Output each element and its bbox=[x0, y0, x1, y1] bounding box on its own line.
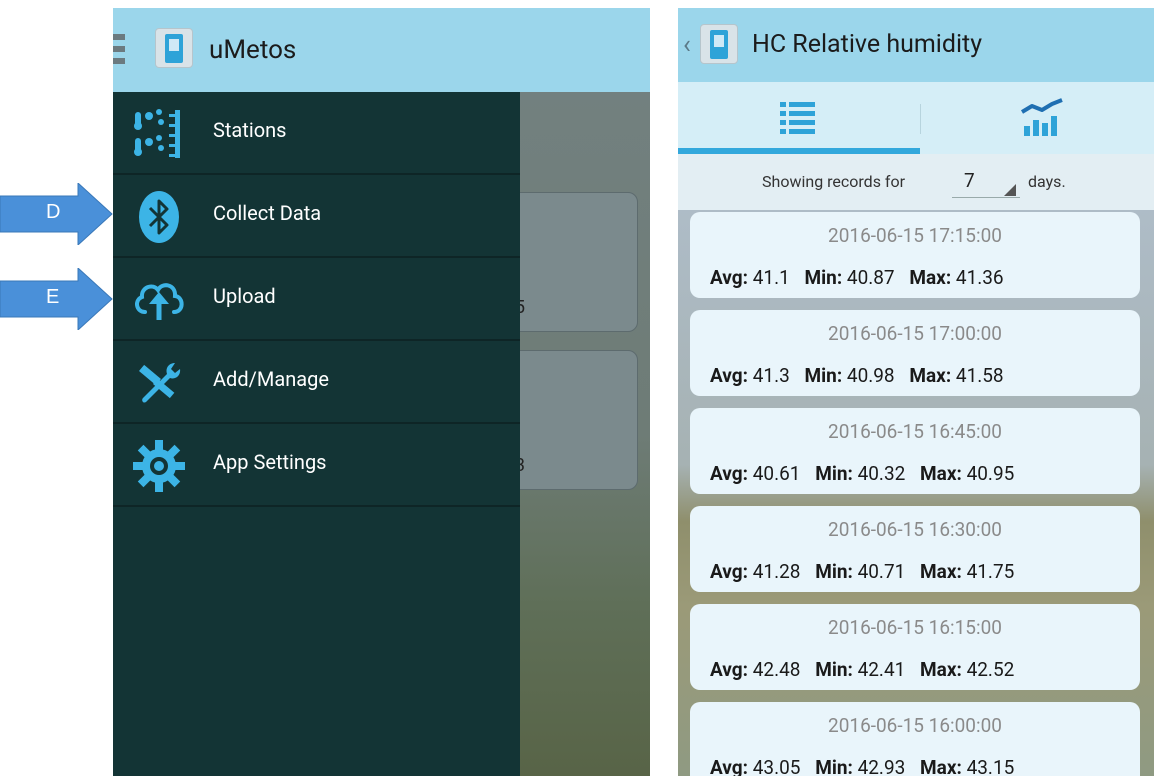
min-value: 42.41 bbox=[857, 658, 906, 681]
record-values: Avg: 42.48 Min: 42.41 Max: 42.52 bbox=[710, 658, 1024, 681]
avg-value: 40.61 bbox=[752, 462, 801, 485]
record-timestamp: 2016-06-15 16:15:00 bbox=[828, 616, 1002, 639]
record-card[interactable]: 2016-06-15 17:00:00 Avg: 41.3 Min: 40.98… bbox=[690, 310, 1140, 396]
min-value: 40.87 bbox=[846, 266, 895, 289]
station-card[interactable]: 3 bbox=[508, 350, 638, 490]
spinner-triangle-icon bbox=[1004, 184, 1016, 196]
record-timestamp: 2016-06-15 17:00:00 bbox=[828, 322, 1002, 345]
avg-label: Avg: bbox=[710, 560, 749, 583]
max-value: 43.15 bbox=[966, 756, 1015, 776]
chart-icon bbox=[1020, 98, 1063, 136]
max-value: 41.58 bbox=[955, 364, 1004, 387]
record-timestamp: 2016-06-15 17:15:00 bbox=[828, 224, 1002, 247]
app-logo-icon bbox=[155, 28, 193, 68]
min-value: 42.93 bbox=[857, 756, 906, 776]
record-values: Avg: 40.61 Min: 40.32 Max: 40.95 bbox=[710, 462, 1024, 485]
filter-prefix: Showing records for bbox=[762, 172, 906, 191]
record-timestamp: 2016-06-15 16:30:00 bbox=[828, 518, 1002, 541]
max-label: Max: bbox=[920, 560, 962, 583]
min-value: 40.98 bbox=[846, 364, 895, 387]
min-label: Min: bbox=[815, 658, 853, 681]
list-icon bbox=[780, 102, 815, 134]
max-value: 42.52 bbox=[966, 658, 1015, 681]
menu-item-label: App Settings bbox=[213, 450, 327, 474]
bluetooth-icon bbox=[139, 191, 179, 243]
min-label: Min: bbox=[815, 560, 853, 583]
min-label: Min: bbox=[804, 266, 843, 289]
avg-label: Avg: bbox=[710, 658, 749, 681]
avg-label: Avg: bbox=[710, 266, 749, 289]
max-value: 40.95 bbox=[966, 462, 1015, 485]
menu-item-collect-data[interactable]: Collect Data bbox=[113, 175, 520, 258]
max-label: Max: bbox=[920, 756, 962, 776]
left-screen: 5 3 uMetos bbox=[113, 8, 650, 776]
avg-label: Avg: bbox=[710, 364, 749, 387]
arrow-label: D bbox=[46, 201, 61, 223]
menu-item-app-settings[interactable]: App Settings bbox=[113, 424, 520, 507]
app-logo-icon[interactable] bbox=[700, 24, 738, 64]
cloud-upload-icon bbox=[135, 283, 184, 320]
avg-value: 43.05 bbox=[752, 756, 801, 776]
avg-value: 41.1 bbox=[752, 266, 790, 289]
record-values: Avg: 43.05 Min: 42.93 Max: 43.15 bbox=[710, 756, 1024, 776]
menu-item-label: Add/Manage bbox=[213, 367, 329, 391]
min-value: 40.32 bbox=[857, 462, 906, 485]
min-label: Min: bbox=[815, 756, 853, 776]
record-card[interactable]: 2016-06-15 17:15:00 Avg: 41.1 Min: 40.87… bbox=[690, 212, 1140, 298]
arrow-label: E bbox=[46, 286, 60, 308]
max-label: Max: bbox=[920, 462, 962, 485]
menu-item-label: Stations bbox=[213, 118, 287, 142]
record-values: Avg: 41.3 Min: 40.98 Max: 41.58 bbox=[710, 364, 1014, 387]
stations-icon bbox=[134, 109, 180, 158]
annotation-arrow-e: E bbox=[0, 266, 114, 334]
app-title: uMetos bbox=[209, 35, 297, 65]
record-card[interactable]: 2016-06-15 16:00:00 Avg: 43.05 Min: 42.9… bbox=[690, 702, 1140, 776]
record-timestamp: 2016-06-15 16:00:00 bbox=[828, 714, 1002, 737]
avg-value: 41.28 bbox=[752, 560, 801, 583]
record-values: Avg: 41.28 Min: 40.71 Max: 41.75 bbox=[710, 560, 1024, 583]
screen-title: HC Relative humidity bbox=[752, 30, 983, 59]
gear-icon bbox=[133, 440, 185, 492]
avg-value: 42.48 bbox=[752, 658, 801, 681]
max-label: Max: bbox=[909, 266, 952, 289]
record-card[interactable]: 2016-06-15 16:15:00 Avg: 42.48 Min: 42.4… bbox=[690, 604, 1140, 690]
annotation-arrow-d: D bbox=[0, 181, 114, 249]
menu-icon[interactable] bbox=[113, 34, 125, 72]
menu-item-label: Collect Data bbox=[213, 201, 322, 225]
record-timestamp: 2016-06-15 16:45:00 bbox=[828, 420, 1002, 443]
tab-bar bbox=[678, 82, 1154, 154]
station-card[interactable]: 5 bbox=[508, 192, 638, 332]
record-card[interactable]: 2016-06-15 16:30:00 Avg: 41.28 Min: 40.7… bbox=[690, 506, 1140, 592]
back-chevron-icon[interactable]: ‹ bbox=[683, 30, 691, 60]
filter-bar: Showing records for 7 days. bbox=[678, 154, 1154, 210]
records-list: 2016-06-15 17:15:00 Avg: 41.1 Min: 40.87… bbox=[678, 210, 1154, 776]
max-value: 41.36 bbox=[955, 266, 1004, 289]
min-label: Min: bbox=[804, 364, 843, 387]
record-values: Avg: 41.1 Min: 40.87 Max: 41.36 bbox=[710, 266, 1014, 289]
app-bar: ‹ HC Relative humidity bbox=[678, 8, 1154, 82]
avg-value: 41.3 bbox=[752, 364, 790, 387]
tab-list[interactable] bbox=[678, 82, 920, 154]
app-bar: uMetos bbox=[113, 8, 650, 92]
days-spinner[interactable]: 7 bbox=[952, 164, 1020, 202]
right-screen: ‹ HC Relative humidity Showing records f… bbox=[678, 8, 1154, 776]
days-value: 7 bbox=[964, 169, 975, 192]
min-value: 40.71 bbox=[857, 560, 906, 583]
min-label: Min: bbox=[815, 462, 853, 485]
max-value: 41.75 bbox=[966, 560, 1015, 583]
tools-icon bbox=[139, 363, 181, 403]
menu-item-add-manage[interactable]: Add/Manage bbox=[113, 341, 520, 424]
menu-item-upload[interactable]: Upload bbox=[113, 258, 520, 341]
avg-label: Avg: bbox=[710, 462, 749, 485]
tab-chart[interactable] bbox=[920, 82, 1154, 154]
max-label: Max: bbox=[920, 658, 962, 681]
menu-item-stations[interactable]: Stations bbox=[113, 92, 520, 175]
menu-item-label: Upload bbox=[213, 284, 276, 308]
navigation-drawer: Stations Collect Data Upload Add/Manage … bbox=[113, 92, 520, 776]
record-card[interactable]: 2016-06-15 16:45:00 Avg: 40.61 Min: 40.3… bbox=[690, 408, 1140, 494]
filter-suffix: days. bbox=[1028, 172, 1066, 191]
max-label: Max: bbox=[909, 364, 952, 387]
avg-label: Avg: bbox=[710, 756, 749, 776]
